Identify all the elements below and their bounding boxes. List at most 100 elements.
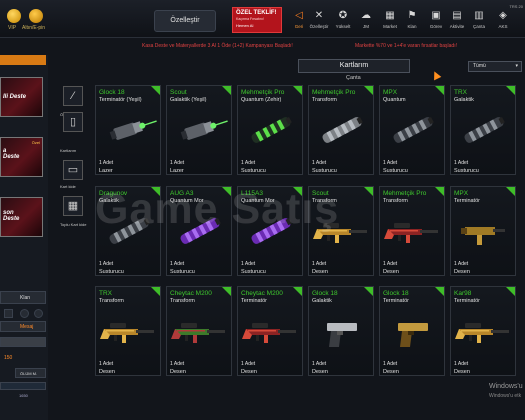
gold-coin-icon[interactable] [29, 9, 43, 23]
nav-item-jm[interactable]: ☁ JM [355, 9, 377, 29]
card-quantity: 1 Adet [312, 261, 327, 267]
card-quantity: 1 Adet [241, 361, 256, 367]
nav-item--anta[interactable]: ▥ Çanta [468, 9, 490, 29]
customize-button[interactable]: Özelleştir [154, 10, 216, 32]
rarity-corner-icon [363, 187, 373, 197]
card-category: Desen [99, 369, 115, 375]
death-match-button[interactable]: ÖLÜM M. [15, 368, 46, 378]
offer-subtitle: Kaçırma Fırsatını! [236, 17, 264, 21]
card-category: Desen [454, 369, 470, 375]
back-icon: ◁ [295, 10, 303, 21]
nav-item-g-rev[interactable]: ▣ Görev [425, 9, 447, 29]
card-name: Kar98 [454, 290, 472, 297]
inventory-card[interactable]: Glock 18 Galaktik 1 Adet Desen [308, 286, 374, 376]
tool-label: Kartlarım [60, 148, 77, 153]
cards-icon[interactable]: ▯ [63, 112, 83, 132]
card-quantity: 1 Adet [99, 160, 114, 166]
rarity-corner-icon [505, 187, 515, 197]
left-panel: lli Deste Özel a Deste son Deste Klan Me… [0, 55, 48, 420]
card-category: Desen [383, 269, 399, 275]
card-category: Susturucu [241, 269, 266, 275]
inventory-card[interactable]: MPX Terminatör 1 Adet Desen [450, 186, 516, 276]
settings-slot[interactable] [4, 309, 13, 318]
filter-select[interactable]: Tümü ▾ [468, 61, 522, 72]
weapon-skin-image [100, 323, 154, 343]
magic-wand-icon[interactable]: ⁄ [63, 86, 83, 106]
card-category: Lazer [99, 168, 113, 174]
windows-activation-subtitle: Windows'u etk [489, 393, 522, 399]
score-count: 150 [4, 355, 13, 361]
vip-coin-icon[interactable] [7, 9, 21, 23]
message-button[interactable]: Mesaj [0, 321, 46, 332]
card-category: Desen [454, 269, 470, 275]
activity-icon: ▤ [452, 10, 462, 21]
nav-item--zelle-tir[interactable]: ✕ Özelleştir [308, 9, 330, 29]
inventory-card[interactable]: Scout Galaktik (Yeşil) 1 Adet Lazer [166, 85, 232, 175]
deck-card[interactable]: lli Deste [0, 77, 43, 117]
nav-item-y-kselt[interactable]: ✪ Yükselt [332, 9, 354, 29]
card-name: TRX [454, 89, 467, 96]
deck-card[interactable]: son Deste [0, 197, 43, 237]
card-category: Desen [312, 269, 328, 275]
top-bar: VIP Altın/E-pin Özelleştir ÖZEL TEKLİF! … [0, 0, 525, 38]
inventory-card[interactable]: Glock 18 Terminatör 1 Adet Desen [379, 286, 445, 376]
card-type: Terminatör [454, 198, 480, 204]
inventory-card[interactable]: Cheytac M200 Transform 1 Adet Desen [166, 286, 232, 376]
nav-item-aks[interactable]: ◈ AKS [492, 9, 514, 29]
tool-label: Kart kide [60, 184, 76, 189]
inventory-card[interactable]: Mehmetçik Pro Transform 1 Adet Desen [379, 186, 445, 276]
tr-label: TRS 20 [509, 4, 523, 9]
weapon-skin-image [171, 323, 225, 343]
nav-item-geri[interactable]: ◁ Geri [288, 9, 310, 29]
inventory-card[interactable]: TRX Transform 1 Adet Desen [95, 286, 161, 376]
nav-item-market[interactable]: ▦ Market [379, 9, 401, 29]
inventory-card[interactable]: Mehmetçik Pro Transform 1 Adet Susturucu [308, 85, 374, 175]
card-stack-icon[interactable]: ▭ [63, 160, 83, 180]
nav-item-label: Görev [429, 24, 443, 29]
rarity-corner-icon [221, 86, 231, 96]
inventory-card[interactable]: Cheytac M200 Terminatör 1 Adet Desen [237, 286, 303, 376]
card-quantity: 1 Adet [241, 160, 256, 166]
card-name: TRX [99, 290, 112, 297]
card-name: Glock 18 [383, 290, 409, 297]
clan-tab[interactable]: Klan [0, 291, 46, 304]
jm-icon: ☁ [361, 10, 371, 21]
rarity-corner-icon [150, 287, 160, 297]
card-type: Galaktik [454, 97, 474, 103]
card-quantity: 1 Adet [170, 160, 185, 166]
card-quantity: 1 Adet [454, 261, 469, 267]
offer-cta: Hemen Al [236, 23, 254, 28]
windows-activation-title: Windows'u [489, 383, 523, 390]
deck-card[interactable]: Özel a Deste [0, 137, 43, 177]
card-type: Transform [312, 97, 337, 103]
inventory-card[interactable]: Kar98 Terminatör 1 Adet Desen [450, 286, 516, 376]
nav-item-klan[interactable]: ⚑ Klan [401, 9, 423, 29]
nav-item-label: Market [383, 24, 397, 29]
nav-item-aktivite[interactable]: ▤ Aktivite [446, 9, 468, 29]
rarity-corner-icon [292, 287, 302, 297]
chevron-down-icon: ▾ [515, 63, 518, 69]
clan-label: Klan [20, 295, 31, 301]
friend-slot[interactable] [34, 309, 43, 318]
inventory-card[interactable]: Glock 18 Terminatör (Yeşil) 1 Adet Lazer [95, 85, 161, 175]
card-quantity: 1 Adet [383, 160, 398, 166]
bulk-cards-icon[interactable]: ▦ [63, 196, 83, 216]
card-type: Galaktik [312, 298, 332, 304]
left-panel-header [0, 55, 46, 65]
special-offer-banner[interactable]: ÖZEL TEKLİF! Kaçırma Fırsatını! Hemen Al [232, 7, 282, 33]
inventory-card[interactable]: MPX Quantum 1 Adet Susturucu [379, 85, 445, 175]
nav-item-label: Yükselt [335, 24, 351, 29]
inventory-card[interactable]: Mehmetçik Pro Quantum (Zehir) 1 Adet Sustur… [237, 85, 303, 175]
deck-title: lli Deste [3, 94, 27, 100]
profile-slot[interactable] [20, 309, 29, 318]
suppressor-image [393, 117, 434, 143]
rarity-corner-icon [363, 86, 373, 96]
card-quantity: 1 Adet [170, 361, 185, 367]
rarity-corner-icon [363, 287, 373, 297]
campaign-banner-left: Kasa Deste ve Materyallerde 3 Al 1 Öde (… [142, 43, 293, 49]
laser-sight-image [180, 120, 228, 140]
inventory-card[interactable]: TRX Galaktik 1 Adet Susturucu [450, 85, 516, 175]
card-name: MPX [454, 190, 469, 197]
nav-item-label: JM [363, 24, 369, 29]
nav-item-label: Çanta [472, 24, 485, 29]
